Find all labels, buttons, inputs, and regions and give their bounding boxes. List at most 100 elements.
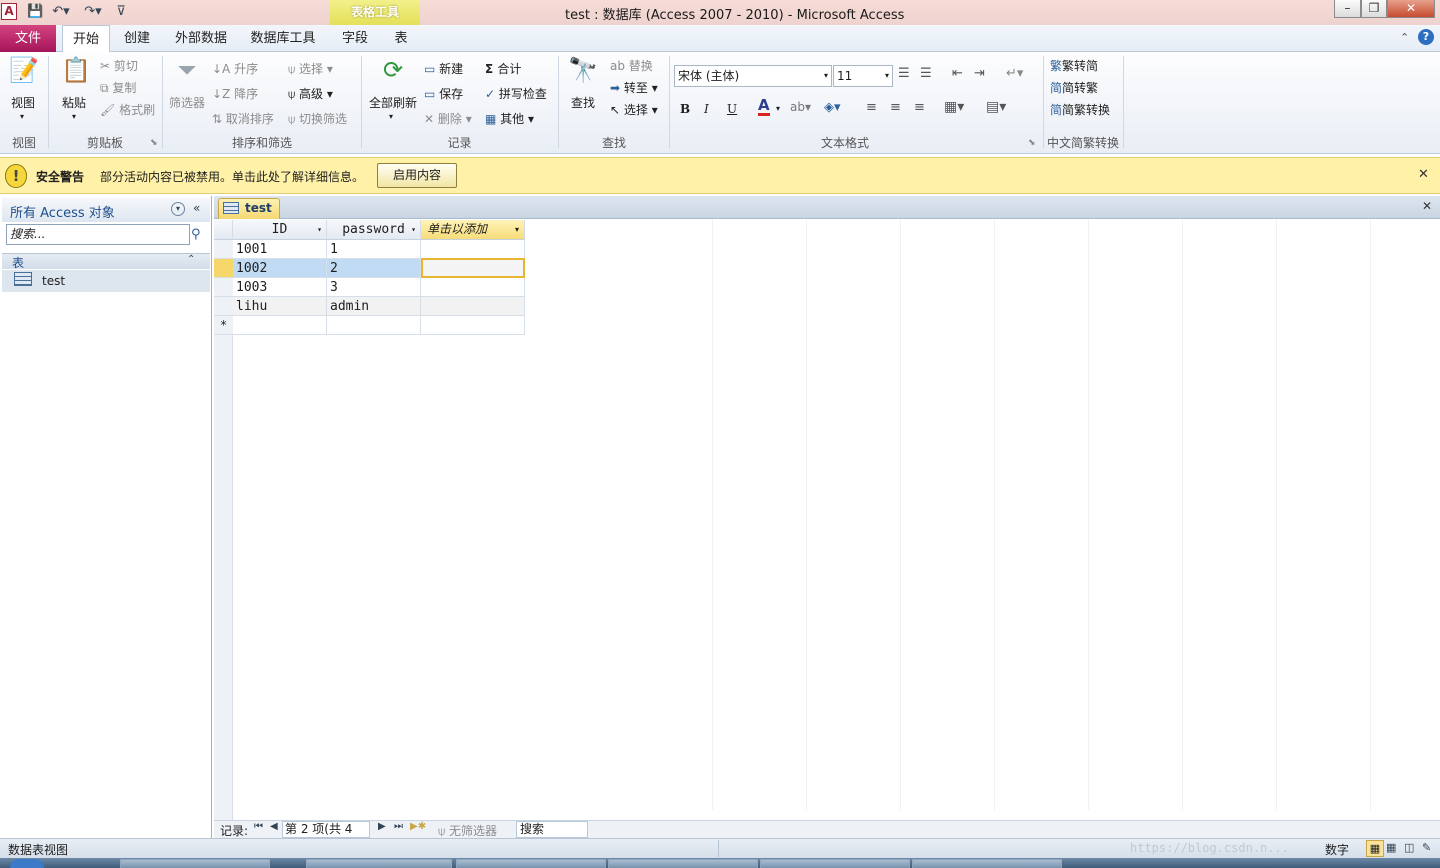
refresh-dropdown-icon[interactable]: ▾ xyxy=(389,112,393,121)
save-icon[interactable]: 💾 xyxy=(27,3,43,21)
table-cell[interactable] xyxy=(421,240,525,259)
save-record-button[interactable]: ▭ 保存 xyxy=(424,85,463,102)
search-icon[interactable]: ⚲ xyxy=(191,227,201,242)
tab-home[interactable]: 开始 xyxy=(62,25,110,53)
taskbar-button[interactable] xyxy=(912,859,1062,868)
align-center-icon[interactable]: ≡ xyxy=(890,100,901,115)
row-selector[interactable] xyxy=(214,297,233,316)
font-color-icon[interactable]: A xyxy=(758,98,770,116)
design-view-icon[interactable]: ✎ xyxy=(1422,841,1431,854)
numbered-list-icon[interactable]: ☰ xyxy=(920,66,932,81)
remove-sort-button[interactable]: ⇅ 取消排序 xyxy=(212,110,274,127)
row-selector[interactable] xyxy=(214,278,233,297)
datasheet-view-icon[interactable]: ▦ xyxy=(1366,840,1384,857)
taskbar-button[interactable] xyxy=(120,859,270,868)
alternate-row-color-icon[interactable]: ▤▾ xyxy=(986,99,1006,115)
nav-menu-dropdown-icon[interactable]: ▾ xyxy=(171,202,185,216)
nav-search-input[interactable]: 搜索... xyxy=(6,224,190,245)
select-all-corner[interactable] xyxy=(214,220,233,240)
next-record-icon[interactable]: ▶ xyxy=(378,821,386,832)
minimize-button[interactable]: – xyxy=(1334,0,1361,18)
advanced-filter-button[interactable]: ⍦ 高级 ▾ xyxy=(288,85,333,102)
paragraph-direction-icon[interactable]: ↵▾ xyxy=(1006,66,1023,81)
close-document-icon[interactable]: ✕ xyxy=(1422,199,1432,213)
goto-button[interactable]: ➡ 转至 ▾ xyxy=(610,79,658,96)
increase-indent-icon[interactable]: ⇥ xyxy=(974,66,985,81)
last-record-icon[interactable]: ⏭ xyxy=(394,821,403,832)
start-button[interactable] xyxy=(10,859,44,868)
select-button[interactable]: ↖ 选择 ▾ xyxy=(610,101,658,118)
minimize-ribbon-icon[interactable]: ⌃ xyxy=(1400,31,1409,44)
bold-button[interactable]: B xyxy=(680,102,690,116)
no-filter-indicator[interactable]: ⍦ 无筛选器 xyxy=(438,822,497,839)
highlight-icon[interactable]: ab▾ xyxy=(790,100,811,114)
column-dropdown-icon[interactable]: ▾ xyxy=(411,220,416,239)
tab-database-tools[interactable]: 数据库工具 xyxy=(246,25,320,52)
refresh-all-button-label[interactable]: 全部刷新 xyxy=(369,94,417,111)
redo-icon[interactable]: ↷▾ xyxy=(82,3,104,21)
sort-descending-button[interactable]: ↓Z 降序 xyxy=(212,85,258,102)
column-header-password[interactable]: password ▾ xyxy=(327,220,421,240)
help-icon[interactable]: ? xyxy=(1418,29,1434,45)
new-row-marker[interactable]: * xyxy=(214,316,233,335)
selection-filter-button[interactable]: ⍦ 选择 ▾ xyxy=(288,60,333,77)
align-left-icon[interactable]: ≡ xyxy=(866,100,877,115)
table-cell[interactable]: 1002 xyxy=(233,259,327,278)
replace-button[interactable]: ab 替换 xyxy=(610,57,653,74)
refresh-all-icon[interactable]: ⟳ xyxy=(378,56,408,90)
row-selector-current[interactable] xyxy=(214,259,233,278)
taskbar-button[interactable] xyxy=(456,859,606,868)
view-dropdown-icon[interactable]: ▾ xyxy=(20,112,24,121)
close-warning-icon[interactable]: ✕ xyxy=(1418,167,1429,182)
tab-external-data[interactable]: 外部数据 xyxy=(168,25,234,52)
format-painter-button[interactable]: 🖌 格式刷 xyxy=(100,101,155,118)
gridlines-icon[interactable]: ▦▾ xyxy=(944,99,964,115)
delete-record-button[interactable]: ✕ 删除 ▾ xyxy=(424,110,472,127)
font-color-dropdown-icon[interactable]: ▾ xyxy=(776,104,780,113)
filter-icon[interactable]: ⏷ xyxy=(172,56,202,90)
tab-create[interactable]: 创建 xyxy=(116,25,158,52)
nav-group-tables[interactable]: 表 ⌃ xyxy=(2,253,210,270)
document-tab-test[interactable]: test xyxy=(218,198,280,219)
view-button-label[interactable]: 视图 xyxy=(11,94,35,111)
close-button[interactable]: ✕ xyxy=(1387,0,1435,18)
customize-qat-icon[interactable]: ⊽ xyxy=(115,3,127,21)
previous-record-icon[interactable]: ◀ xyxy=(270,821,278,832)
nav-pane-header[interactable]: 所有 Access 对象 ▾ « xyxy=(2,198,210,222)
table-cell[interactable]: 3 xyxy=(327,278,421,297)
table-cell[interactable]: 1001 xyxy=(233,240,327,259)
first-record-icon[interactable]: ⏮ xyxy=(254,821,263,832)
sort-ascending-button[interactable]: ↓A 升序 xyxy=(212,60,258,77)
filter-button-label[interactable]: 筛选器 xyxy=(169,94,205,111)
taskbar-button[interactable] xyxy=(608,859,758,868)
text-format-launcher-icon[interactable]: ⬊ xyxy=(1028,138,1036,148)
collapse-pane-icon[interactable]: « xyxy=(193,201,200,215)
table-cell[interactable] xyxy=(421,278,525,297)
bullet-list-icon[interactable]: ☰ xyxy=(898,66,910,81)
paste-button-label[interactable]: 粘贴 xyxy=(62,94,86,111)
new-row-cell[interactable] xyxy=(421,316,525,335)
table-cell[interactable]: admin xyxy=(327,297,421,316)
view-icon[interactable]: 📝 xyxy=(8,56,40,90)
access-app-icon[interactable]: A xyxy=(1,3,17,20)
to-simplified-button[interactable]: 繁繁转简 xyxy=(1050,57,1098,74)
table-cell[interactable]: lihu xyxy=(233,297,327,316)
taskbar-button[interactable] xyxy=(306,859,452,868)
table-cell[interactable]: 1 xyxy=(327,240,421,259)
column-dropdown-icon[interactable]: ▾ xyxy=(317,220,322,239)
toggle-filter-button[interactable]: ⍦ 切换筛选 xyxy=(288,110,347,127)
conversion-button[interactable]: 简简繁转换 xyxy=(1050,101,1110,118)
tab-table[interactable]: 表 xyxy=(386,25,416,52)
more-button[interactable]: ▦ 其他 ▾ xyxy=(485,110,534,127)
tab-file[interactable]: 文件 xyxy=(0,25,56,52)
nav-item-test-table[interactable]: test xyxy=(2,270,210,292)
row-selector[interactable] xyxy=(214,240,233,259)
decrease-indent-icon[interactable]: ⇤ xyxy=(952,66,963,81)
column-header-id[interactable]: ID ▾ xyxy=(233,220,327,240)
binoculars-icon[interactable]: 🔭 xyxy=(568,56,598,90)
font-size-combo[interactable]: 11 ▾ xyxy=(833,65,893,87)
maximize-button[interactable]: ❐ xyxy=(1361,0,1387,18)
table-cell[interactable]: 2 xyxy=(327,259,421,278)
enable-content-button[interactable]: 启用内容 xyxy=(377,163,457,188)
italic-button[interactable]: I xyxy=(704,102,709,116)
